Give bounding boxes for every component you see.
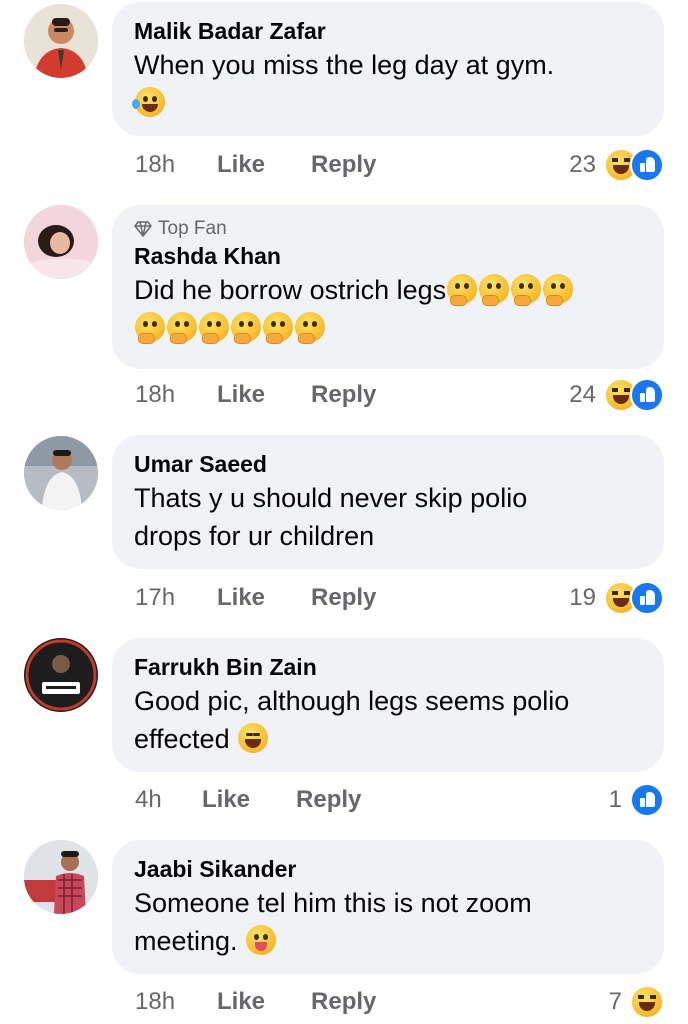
reply-button[interactable]: Reply xyxy=(311,381,376,409)
comment-text-content: Did he borrow ostrich legs xyxy=(134,275,447,305)
like-reaction-icon xyxy=(630,783,664,817)
commenter-name[interactable]: Malik Badar Zafar xyxy=(134,16,642,46)
commenter-name[interactable]: Rashda Khan xyxy=(134,241,642,271)
reactions-summary[interactable]: 24 xyxy=(569,378,664,412)
comment-text-line: Thats y u should never skip polio xyxy=(134,483,528,513)
comment-actions: 18h Like Reply 24 xyxy=(135,378,664,412)
top-fan-label: Top Fan xyxy=(158,218,227,239)
reaction-count: 7 xyxy=(608,988,622,1015)
comment-text-line: Good pic, although legs seems polio xyxy=(134,686,570,716)
avatar[interactable] xyxy=(24,205,98,279)
comment-bubble: Malik Badar Zafar When you miss the leg … xyxy=(112,2,664,136)
reply-button[interactable]: Reply xyxy=(311,988,376,1016)
tears-of-joy-emoji-icon xyxy=(238,723,269,753)
timestamp[interactable]: 18h xyxy=(135,151,217,179)
like-button[interactable]: Like xyxy=(202,786,250,814)
reactions-summary[interactable]: 7 xyxy=(609,985,664,1019)
avatar[interactable] xyxy=(24,4,98,78)
like-button[interactable]: Like xyxy=(217,584,265,612)
thinking-emoji-icon xyxy=(543,274,574,306)
comment-text-line: meeting. xyxy=(134,926,238,956)
comment-bubble: Farrukh Bin Zain Good pic, although legs… xyxy=(112,638,664,772)
squinting-tongue-emoji-icon xyxy=(246,925,277,955)
comment-text: Did he borrow ostrich legs xyxy=(134,271,642,347)
sweat-smile-emoji-icon xyxy=(132,87,165,117)
comment-text: Good pic, although legs seems polio effe… xyxy=(134,682,642,758)
comment-bubble: Top Fan Rashda Khan Did he borrow ostric… xyxy=(112,205,664,369)
avatar[interactable] xyxy=(24,436,98,510)
comment-bubble: Jaabi Sikander Someone tel him this is n… xyxy=(112,840,664,974)
timestamp[interactable]: 17h xyxy=(135,584,217,612)
timestamp[interactable]: 18h xyxy=(135,988,217,1016)
commenter-name[interactable]: Jaabi Sikander xyxy=(134,854,642,884)
commenter-name[interactable]: Umar Saeed xyxy=(134,449,642,479)
reply-button[interactable]: Reply xyxy=(311,151,376,179)
reaction-count: 19 xyxy=(569,584,596,611)
timestamp[interactable]: 18h xyxy=(135,381,217,409)
reaction-count: 1 xyxy=(608,786,622,813)
like-reaction-icon xyxy=(630,378,664,412)
like-reaction-icon xyxy=(630,148,664,182)
comment-text-line: effected xyxy=(134,724,230,754)
like-button[interactable]: Like xyxy=(217,151,265,179)
thinking-emoji-icon xyxy=(295,312,325,344)
avatar[interactable] xyxy=(24,638,98,712)
comment-bubble: Umar Saeed Thats y u should never skip p… xyxy=(112,435,664,569)
thinking-emoji-icon xyxy=(479,274,510,306)
reply-button[interactable]: Reply xyxy=(311,584,376,612)
comment-text-content: When you miss the leg day at gym. xyxy=(134,50,555,80)
timestamp[interactable]: 4h xyxy=(135,786,202,814)
comment-actions: 18h Like Reply 23 xyxy=(135,148,664,182)
comment-text-line: Someone tel him this is not zoom xyxy=(134,888,532,918)
like-button[interactable]: Like xyxy=(217,381,265,409)
like-button[interactable]: Like xyxy=(217,988,265,1016)
comment-text-line: drops for ur children xyxy=(134,521,375,551)
top-fan-badge: Top Fan xyxy=(134,217,642,241)
comment-text: Thats y u should never skip polio drops … xyxy=(134,479,642,555)
reactions-summary[interactable]: 19 xyxy=(569,581,664,615)
commenter-name[interactable]: Farrukh Bin Zain xyxy=(134,652,642,682)
reactions-summary[interactable]: 23 xyxy=(569,148,664,182)
diamond-icon xyxy=(134,221,152,237)
comment-actions: 4h Like Reply 1 xyxy=(135,783,664,817)
reactions-summary[interactable]: 1 xyxy=(609,783,664,817)
like-reaction-icon xyxy=(630,581,664,615)
thinking-emoji-icon xyxy=(199,312,229,344)
thinking-emoji-icon xyxy=(167,312,197,344)
haha-reaction-icon xyxy=(630,985,664,1019)
thinking-emoji-icon xyxy=(231,312,261,344)
reply-button[interactable]: Reply xyxy=(296,786,361,814)
comment-actions: 18h Like Reply 7 xyxy=(135,985,664,1019)
avatar[interactable] xyxy=(24,840,98,914)
thinking-emoji-icon xyxy=(135,312,165,344)
comment-text: Someone tel him this is not zoom meeting… xyxy=(134,884,642,960)
reaction-count: 23 xyxy=(569,151,596,178)
thinking-emoji-icon xyxy=(447,274,478,306)
thinking-emoji-icon xyxy=(263,312,293,344)
comment-text: When you miss the leg day at gym. xyxy=(132,46,642,122)
reaction-count: 24 xyxy=(569,381,596,408)
comment-actions: 17h Like Reply 19 xyxy=(135,581,664,615)
thinking-emoji-icon xyxy=(511,274,542,306)
